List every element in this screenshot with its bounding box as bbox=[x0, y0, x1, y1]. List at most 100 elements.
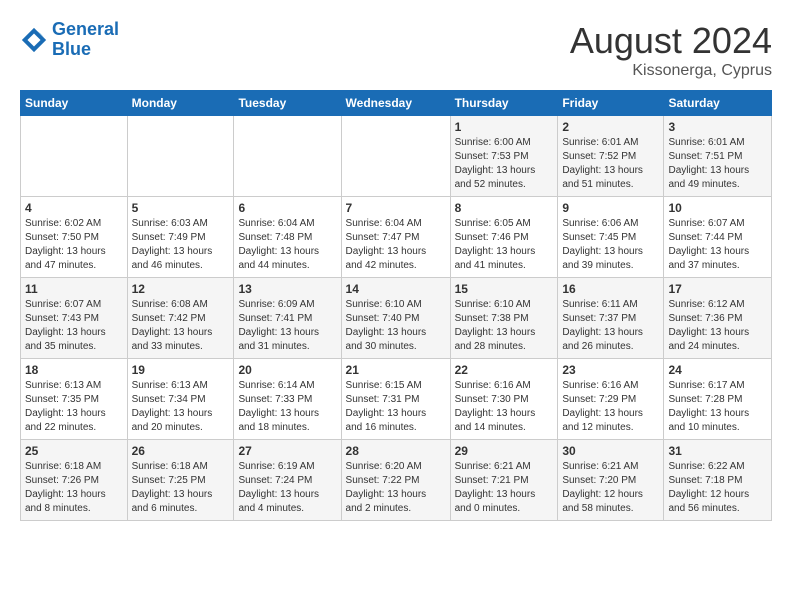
day-info: Sunrise: 6:15 AM Sunset: 7:31 PM Dayligh… bbox=[346, 379, 446, 435]
table-row: 18 Sunrise: 6:13 AM Sunset: 7:35 PM Dayli… bbox=[21, 359, 128, 440]
day-number: 17 bbox=[668, 282, 767, 296]
day-number: 25 bbox=[25, 444, 123, 458]
table-row: 12 Sunrise: 6:08 AM Sunset: 7:42 PM Dayli… bbox=[127, 278, 234, 359]
calendar-week-row: 1 Sunrise: 6:00 AM Sunset: 7:53 PM Daylig… bbox=[21, 116, 772, 197]
table-row: 14 Sunrise: 6:10 AM Sunset: 7:40 PM Dayli… bbox=[341, 278, 450, 359]
day-info: Sunrise: 6:21 AM Sunset: 7:21 PM Dayligh… bbox=[455, 460, 554, 516]
day-info: Sunrise: 6:01 AM Sunset: 7:51 PM Dayligh… bbox=[668, 136, 767, 192]
day-info: Sunrise: 6:14 AM Sunset: 7:33 PM Dayligh… bbox=[238, 379, 336, 435]
day-info: Sunrise: 6:17 AM Sunset: 7:28 PM Dayligh… bbox=[668, 379, 767, 435]
table-row: 9Sunrise: 6:06 AM Sunset: 7:45 PM Daylig… bbox=[558, 197, 664, 278]
day-info: Sunrise: 6:10 AM Sunset: 7:38 PM Dayligh… bbox=[455, 298, 554, 354]
day-number: 2 bbox=[562, 120, 659, 134]
table-row bbox=[234, 116, 341, 197]
calendar-table: Sunday Monday Tuesday Wednesday Thursday… bbox=[20, 90, 772, 521]
logo-general: General bbox=[52, 19, 119, 39]
page: General Blue August 2024 Kissonerga, Cyp… bbox=[0, 0, 792, 531]
day-number: 20 bbox=[238, 363, 336, 377]
day-info: Sunrise: 6:20 AM Sunset: 7:22 PM Dayligh… bbox=[346, 460, 446, 516]
table-row: 23 Sunrise: 6:16 AM Sunset: 7:29 PM Dayli… bbox=[558, 359, 664, 440]
table-row: 27 Sunrise: 6:19 AM Sunset: 7:24 PM Dayli… bbox=[234, 440, 341, 521]
table-row bbox=[127, 116, 234, 197]
day-number: 13 bbox=[238, 282, 336, 296]
table-row: 28Sunrise: 6:20 AM Sunset: 7:22 PM Dayli… bbox=[341, 440, 450, 521]
table-row: 11 Sunrise: 6:07 AM Sunset: 7:43 PM Dayli… bbox=[21, 278, 128, 359]
day-number: 26 bbox=[132, 444, 230, 458]
day-info: Sunrise: 6:13 AM Sunset: 7:35 PM Dayligh… bbox=[25, 379, 123, 435]
day-number: 8 bbox=[455, 201, 554, 215]
calendar-week-row: 25 Sunrise: 6:18 AM Sunset: 7:26 PM Dayli… bbox=[21, 440, 772, 521]
table-row bbox=[21, 116, 128, 197]
table-row: 7Sunrise: 6:04 AM Sunset: 7:47 PM Daylig… bbox=[341, 197, 450, 278]
day-number: 29 bbox=[455, 444, 554, 458]
table-row: 20 Sunrise: 6:14 AM Sunset: 7:33 PM Dayli… bbox=[234, 359, 341, 440]
day-info: Sunrise: 6:02 AM Sunset: 7:50 PM Dayligh… bbox=[25, 217, 123, 273]
table-row: 31Sunrise: 6:22 AM Sunset: 7:18 PM Dayli… bbox=[664, 440, 772, 521]
calendar-header-row: Sunday Monday Tuesday Wednesday Thursday… bbox=[21, 91, 772, 116]
col-friday: Friday bbox=[558, 91, 664, 116]
table-row: 19 Sunrise: 6:13 AM Sunset: 7:34 PM Dayli… bbox=[127, 359, 234, 440]
day-number: 4 bbox=[25, 201, 123, 215]
day-number: 7 bbox=[346, 201, 446, 215]
col-sunday: Sunday bbox=[21, 91, 128, 116]
day-info: Sunrise: 6:06 AM Sunset: 7:45 PM Dayligh… bbox=[562, 217, 659, 273]
day-number: 24 bbox=[668, 363, 767, 377]
day-number: 19 bbox=[132, 363, 230, 377]
table-row: 5 Sunrise: 6:03 AM Sunset: 7:49 PM Daylig… bbox=[127, 197, 234, 278]
day-info: Sunrise: 6:18 AM Sunset: 7:26 PM Dayligh… bbox=[25, 460, 123, 516]
day-info: Sunrise: 6:21 AM Sunset: 7:20 PM Dayligh… bbox=[562, 460, 659, 516]
day-number: 30 bbox=[562, 444, 659, 458]
day-info: Sunrise: 6:05 AM Sunset: 7:46 PM Dayligh… bbox=[455, 217, 554, 273]
month-title: August 2024 bbox=[570, 20, 772, 62]
table-row: 30 Sunrise: 6:21 AM Sunset: 7:20 PM Dayli… bbox=[558, 440, 664, 521]
day-info: Sunrise: 6:16 AM Sunset: 7:29 PM Dayligh… bbox=[562, 379, 659, 435]
day-number: 1 bbox=[455, 120, 554, 134]
day-number: 3 bbox=[668, 120, 767, 134]
day-number: 21 bbox=[346, 363, 446, 377]
table-row: 4 Sunrise: 6:02 AM Sunset: 7:50 PM Daylig… bbox=[21, 197, 128, 278]
day-number: 18 bbox=[25, 363, 123, 377]
day-info: Sunrise: 6:03 AM Sunset: 7:49 PM Dayligh… bbox=[132, 217, 230, 273]
day-number: 31 bbox=[668, 444, 767, 458]
day-number: 22 bbox=[455, 363, 554, 377]
table-row: 29 Sunrise: 6:21 AM Sunset: 7:21 PM Dayli… bbox=[450, 440, 558, 521]
col-thursday: Thursday bbox=[450, 91, 558, 116]
table-row: 25 Sunrise: 6:18 AM Sunset: 7:26 PM Dayli… bbox=[21, 440, 128, 521]
day-number: 10 bbox=[668, 201, 767, 215]
table-row bbox=[341, 116, 450, 197]
day-number: 14 bbox=[346, 282, 446, 296]
day-info: Sunrise: 6:08 AM Sunset: 7:42 PM Dayligh… bbox=[132, 298, 230, 354]
table-row: 6 Sunrise: 6:04 AM Sunset: 7:48 PM Daylig… bbox=[234, 197, 341, 278]
day-number: 12 bbox=[132, 282, 230, 296]
day-number: 15 bbox=[455, 282, 554, 296]
col-monday: Monday bbox=[127, 91, 234, 116]
day-info: Sunrise: 6:01 AM Sunset: 7:52 PM Dayligh… bbox=[562, 136, 659, 192]
table-row: 24 Sunrise: 6:17 AM Sunset: 7:28 PM Dayli… bbox=[664, 359, 772, 440]
day-number: 5 bbox=[132, 201, 230, 215]
day-info: Sunrise: 6:00 AM Sunset: 7:53 PM Dayligh… bbox=[455, 136, 554, 192]
table-row: 21 Sunrise: 6:15 AM Sunset: 7:31 PM Dayli… bbox=[341, 359, 450, 440]
location: Kissonerga, Cyprus bbox=[570, 62, 772, 80]
day-number: 16 bbox=[562, 282, 659, 296]
logo-icon bbox=[20, 26, 48, 54]
table-row: 16 Sunrise: 6:11 AM Sunset: 7:37 PM Dayli… bbox=[558, 278, 664, 359]
table-row: 22Sunrise: 6:16 AM Sunset: 7:30 PM Dayli… bbox=[450, 359, 558, 440]
day-info: Sunrise: 6:09 AM Sunset: 7:41 PM Dayligh… bbox=[238, 298, 336, 354]
table-row: 13 Sunrise: 6:09 AM Sunset: 7:41 PM Dayli… bbox=[234, 278, 341, 359]
day-info: Sunrise: 6:19 AM Sunset: 7:24 PM Dayligh… bbox=[238, 460, 336, 516]
day-number: 23 bbox=[562, 363, 659, 377]
day-info: Sunrise: 6:04 AM Sunset: 7:48 PM Dayligh… bbox=[238, 217, 336, 273]
day-info: Sunrise: 6:07 AM Sunset: 7:43 PM Dayligh… bbox=[25, 298, 123, 354]
title-block: August 2024 Kissonerga, Cyprus bbox=[570, 20, 772, 80]
day-info: Sunrise: 6:13 AM Sunset: 7:34 PM Dayligh… bbox=[132, 379, 230, 435]
table-row: 2 Sunrise: 6:01 AM Sunset: 7:52 PM Daylig… bbox=[558, 116, 664, 197]
table-row: 10Sunrise: 6:07 AM Sunset: 7:44 PM Dayli… bbox=[664, 197, 772, 278]
day-info: Sunrise: 6:11 AM Sunset: 7:37 PM Dayligh… bbox=[562, 298, 659, 354]
day-info: Sunrise: 6:18 AM Sunset: 7:25 PM Dayligh… bbox=[132, 460, 230, 516]
day-info: Sunrise: 6:10 AM Sunset: 7:40 PM Dayligh… bbox=[346, 298, 446, 354]
table-row: 3 Sunrise: 6:01 AM Sunset: 7:51 PM Daylig… bbox=[664, 116, 772, 197]
col-wednesday: Wednesday bbox=[341, 91, 450, 116]
day-number: 27 bbox=[238, 444, 336, 458]
day-number: 6 bbox=[238, 201, 336, 215]
day-number: 11 bbox=[25, 282, 123, 296]
